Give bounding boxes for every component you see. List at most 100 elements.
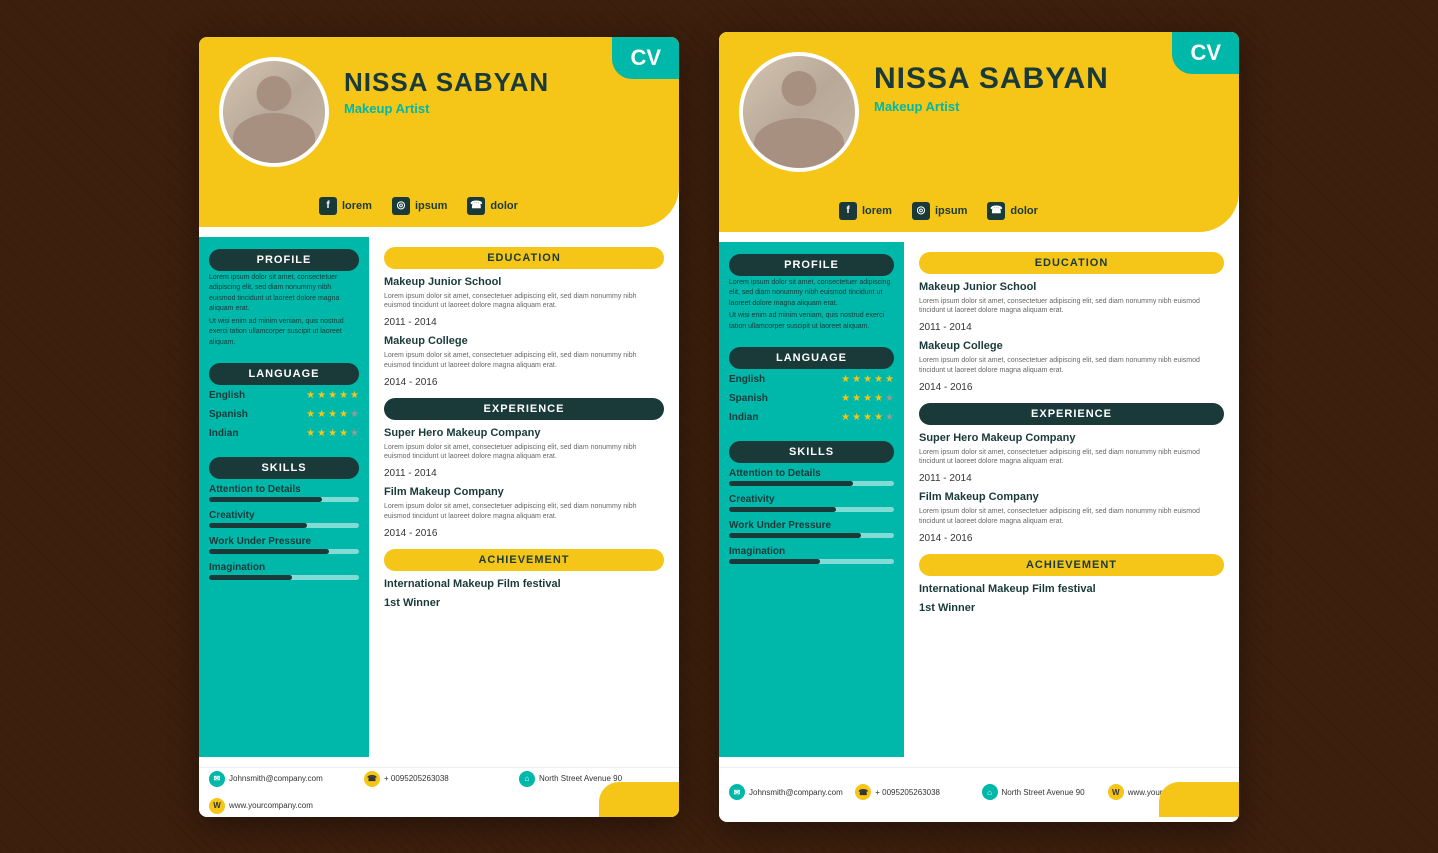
star3: ★ <box>328 409 337 420</box>
edu-entry2-title-2: Makeup College <box>919 340 1224 352</box>
lang-indian-stars-1: ★ ★ ★ ★ ★ <box>306 428 359 439</box>
skill-pressure-bar-fill-1 <box>209 549 329 554</box>
lang-english-stars-1: ★ ★ ★ ★ ★ <box>306 390 359 401</box>
facebook-icon-1: f <box>319 197 337 215</box>
address-icon-2: ⌂ <box>982 784 998 800</box>
star3: ★ <box>328 390 337 401</box>
achievement-section-1: ACHIEVEMENT International Makeup Film fe… <box>384 549 664 609</box>
skill-imagination-bar-bg-2 <box>729 559 894 564</box>
footer-phone-1: ☎ + 0095205263038 <box>364 771 514 787</box>
profile-section-2: PROFILE Lorem ipsum dolor sit amet, cons… <box>729 254 894 333</box>
skill-imagination-bar-fill-2 <box>729 559 820 564</box>
cv-body-1: PROFILE Lorem ipsum dolor sit amet, cons… <box>199 227 679 767</box>
footer-phone-2: ☎ + 0095205263038 <box>855 784 976 800</box>
exp-entry2-year-2: 2014 - 2016 <box>919 533 1224 544</box>
edu-entry2-title-1: Makeup College <box>384 335 664 347</box>
facebook-label-2: lorem <box>862 205 892 217</box>
skill-attention-bar-bg-2 <box>729 481 894 486</box>
footer-address-text-2: North Street Avenue 90 <box>1002 788 1085 797</box>
name-area-1: NISSA SABYAN Makeup Artist <box>344 57 659 116</box>
exp-entry1-text-2: Lorem ipsum dolor sit amet, consectetuer… <box>919 448 1224 468</box>
star1: ★ <box>306 409 315 420</box>
skills-heading-1: SKILLS <box>209 457 359 479</box>
lang-indian-stars-2: ★ ★ ★ ★ ★ <box>841 412 894 423</box>
skill-imagination-2: Imagination <box>729 546 894 564</box>
whatsapp-item-2: ☎ dolor <box>987 202 1038 220</box>
experience-section-2: EXPERIENCE Super Hero Makeup Company Lor… <box>919 403 1224 544</box>
exp-entry2-text-2: Lorem ipsum dolor sit amet, consectetuer… <box>919 507 1224 527</box>
profile-heading-1: PROFILE <box>209 249 359 271</box>
edu-entry1-title-2: Makeup Junior School <box>919 281 1224 293</box>
footer-phone-text-2: + 0095205263038 <box>875 788 940 797</box>
skill-imagination-name-2: Imagination <box>729 546 894 557</box>
lang-english-stars-2: ★ ★ ★ ★ ★ <box>841 374 894 385</box>
skill-creativity-1: Creativity <box>209 510 359 528</box>
star1: ★ <box>306 390 315 401</box>
footer-accent-1 <box>599 782 679 817</box>
skill-creativity-bar-fill-2 <box>729 507 836 512</box>
footer-accent-2 <box>1159 782 1239 817</box>
star3: ★ <box>328 428 337 439</box>
cv-label-1: CV <box>612 37 679 79</box>
lang-spanish-name-1: Spanish <box>209 409 259 420</box>
edu-entry1-title-1: Makeup Junior School <box>384 276 664 288</box>
candidate-name-1: NISSA SABYAN <box>344 67 659 98</box>
skill-pressure-name-1: Work Under Pressure <box>209 536 359 547</box>
star4: ★ <box>339 409 348 420</box>
candidate-title-2: Makeup Artist <box>874 99 1219 114</box>
skill-pressure-bar-fill-2 <box>729 533 861 538</box>
education-heading-2: EDUCATION <box>919 252 1224 274</box>
profile-text1-2: Lorem ipsum dolor sit amet, consectetuer… <box>729 278 894 310</box>
skill-imagination-name-1: Imagination <box>209 562 359 573</box>
lang-spanish-2: Spanish ★ ★ ★ ★ ★ <box>729 393 894 404</box>
skill-pressure-name-2: Work Under Pressure <box>729 520 894 531</box>
header-content-1: NISSA SABYAN Makeup Artist <box>199 37 679 167</box>
star5: ★ <box>350 409 359 420</box>
star5: ★ <box>350 390 359 401</box>
exp-entry1-title-2: Super Hero Makeup Company <box>919 432 1224 444</box>
skill-creativity-bar-bg-1 <box>209 523 359 528</box>
right-col-2: EDUCATION Makeup Junior School Lorem ips… <box>904 242 1239 757</box>
website-icon-1: W <box>209 798 225 814</box>
instagram-label-2: ipsum <box>935 205 967 217</box>
star2: ★ <box>317 428 326 439</box>
profile-heading-2: PROFILE <box>729 254 894 276</box>
exp-entry2-title-2: Film Makeup Company <box>919 491 1224 503</box>
header-content-2: NISSA SABYAN Makeup Artist <box>719 32 1239 172</box>
edu-entry2-text-2: Lorem ipsum dolor sit amet, consectetuer… <box>919 356 1224 376</box>
experience-section-1: EXPERIENCE Super Hero Makeup Company Lor… <box>384 398 664 539</box>
lang-english-2: English ★ ★ ★ ★ ★ <box>729 374 894 385</box>
lang-spanish-stars-2: ★ ★ ★ ★ ★ <box>841 393 894 404</box>
footer-address-2: ⌂ North Street Avenue 90 <box>982 784 1103 800</box>
facebook-icon-2: f <box>839 202 857 220</box>
lang-spanish-1: Spanish ★ ★ ★ ★ ★ <box>209 409 359 420</box>
skill-creativity-2: Creativity <box>729 494 894 512</box>
social-bar-2: f lorem ◎ ipsum ☎ dolor <box>839 202 1219 220</box>
language-section-1: LANGUAGE English ★ ★ ★ ★ ★ Spanish ★ <box>209 363 359 442</box>
instagram-item-2: ◎ ipsum <box>912 202 967 220</box>
cv-footer-2: ✉ Johnsmith@company.com ☎ + 009520526303… <box>719 767 1239 817</box>
skill-creativity-name-1: Creativity <box>209 510 359 521</box>
social-bar-1: f lorem ◎ ipsum ☎ dolor <box>319 197 659 215</box>
skill-attention-1: Attention to Details <box>209 484 359 502</box>
skill-attention-name-2: Attention to Details <box>729 468 894 479</box>
lang-indian-1: Indian ★ ★ ★ ★ ★ <box>209 428 359 439</box>
star2: ★ <box>317 409 326 420</box>
exp-entry1-year-2: 2011 - 2014 <box>919 473 1224 484</box>
skill-pressure-bar-bg-2 <box>729 533 894 538</box>
whatsapp-item-1: ☎ dolor <box>467 197 518 215</box>
footer-email-2: ✉ Johnsmith@company.com <box>729 784 850 800</box>
skill-attention-bar-fill-1 <box>209 497 322 502</box>
candidate-title-1: Makeup Artist <box>344 101 659 116</box>
lang-indian-name-1: Indian <box>209 428 259 439</box>
left-col-2: PROFILE Lorem ipsum dolor sit amet, cons… <box>719 242 904 757</box>
cv-label-2: CV <box>1172 32 1239 74</box>
lang-spanish-stars-1: ★ ★ ★ ★ ★ <box>306 409 359 420</box>
footer-email-1: ✉ Johnsmith@company.com <box>209 771 359 787</box>
skill-imagination-1: Imagination <box>209 562 359 580</box>
profile-section-1: PROFILE Lorem ipsum dolor sit amet, cons… <box>209 249 359 349</box>
skill-attention-bar-bg-1 <box>209 497 359 502</box>
footer-website-text-1: www.yourcompany.com <box>229 801 313 810</box>
header-2: CV NISSA SABYAN Makeup Artist f lorem ◎ … <box>719 32 1239 232</box>
header-1: CV NISSA SABYAN Makeup Artist f lorem ◎ … <box>199 37 679 227</box>
